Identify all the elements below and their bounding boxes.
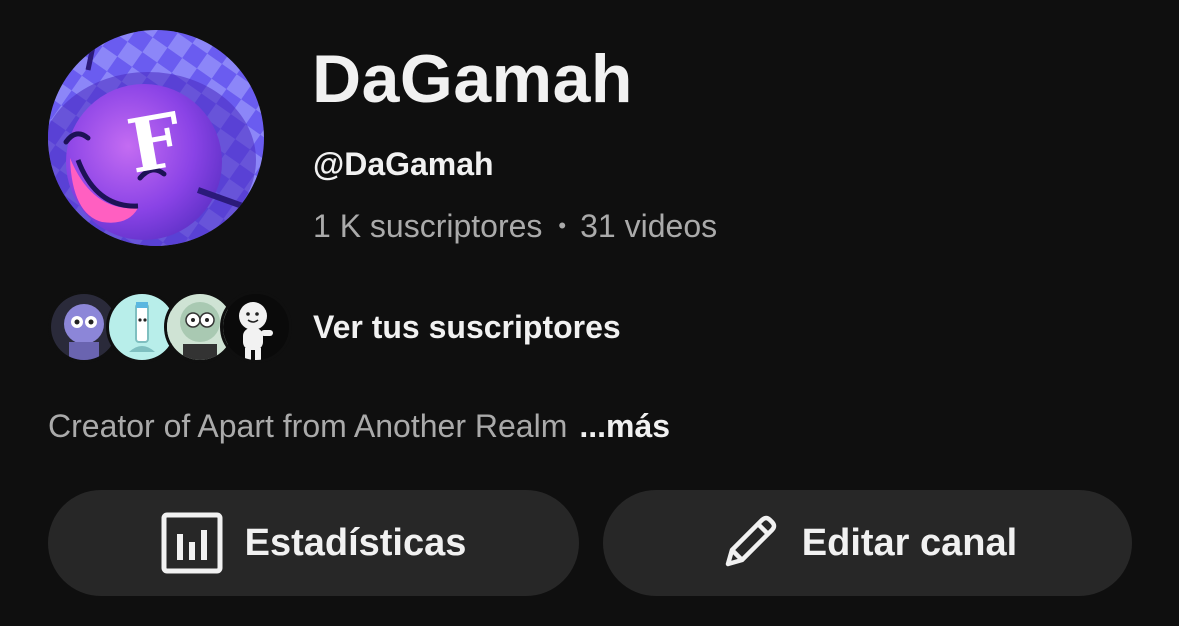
edit-channel-button[interactable]: Editar canal	[603, 490, 1132, 596]
channel-name: DaGamah	[312, 41, 633, 117]
description-more-link[interactable]: ...más	[579, 408, 670, 444]
stats-separator: •	[558, 213, 567, 238]
edit-channel-button-label: Editar canal	[801, 521, 1018, 564]
stats-button-label: Estadísticas	[244, 521, 467, 564]
view-subscribers-label: Ver tus suscriptores	[313, 309, 621, 345]
channel-header: F DaGamah @DaGamah 1 K suscriptores • 31 v…	[0, 0, 1179, 626]
pencil-icon	[718, 512, 780, 574]
channel-handle: @DaGamah	[313, 146, 494, 182]
subscriber-count: 1 K suscriptores	[313, 208, 543, 244]
channel-stats: 1 K suscriptores • 31 videos	[313, 206, 717, 250]
subscriber-avatar	[220, 291, 292, 363]
channel-description[interactable]: Creator of Apart from Another Realm ...má…	[48, 406, 670, 446]
description-text: Creator of Apart from Another Realm	[48, 408, 568, 444]
bar-chart-icon	[161, 512, 223, 574]
view-subscribers-link[interactable]: Ver tus suscriptores	[48, 290, 621, 364]
channel-avatar[interactable]: F	[48, 30, 264, 246]
subscriber-avatar-stack	[48, 290, 292, 364]
video-count: 31 videos	[580, 208, 718, 244]
stats-button[interactable]: Estadísticas	[48, 490, 579, 596]
